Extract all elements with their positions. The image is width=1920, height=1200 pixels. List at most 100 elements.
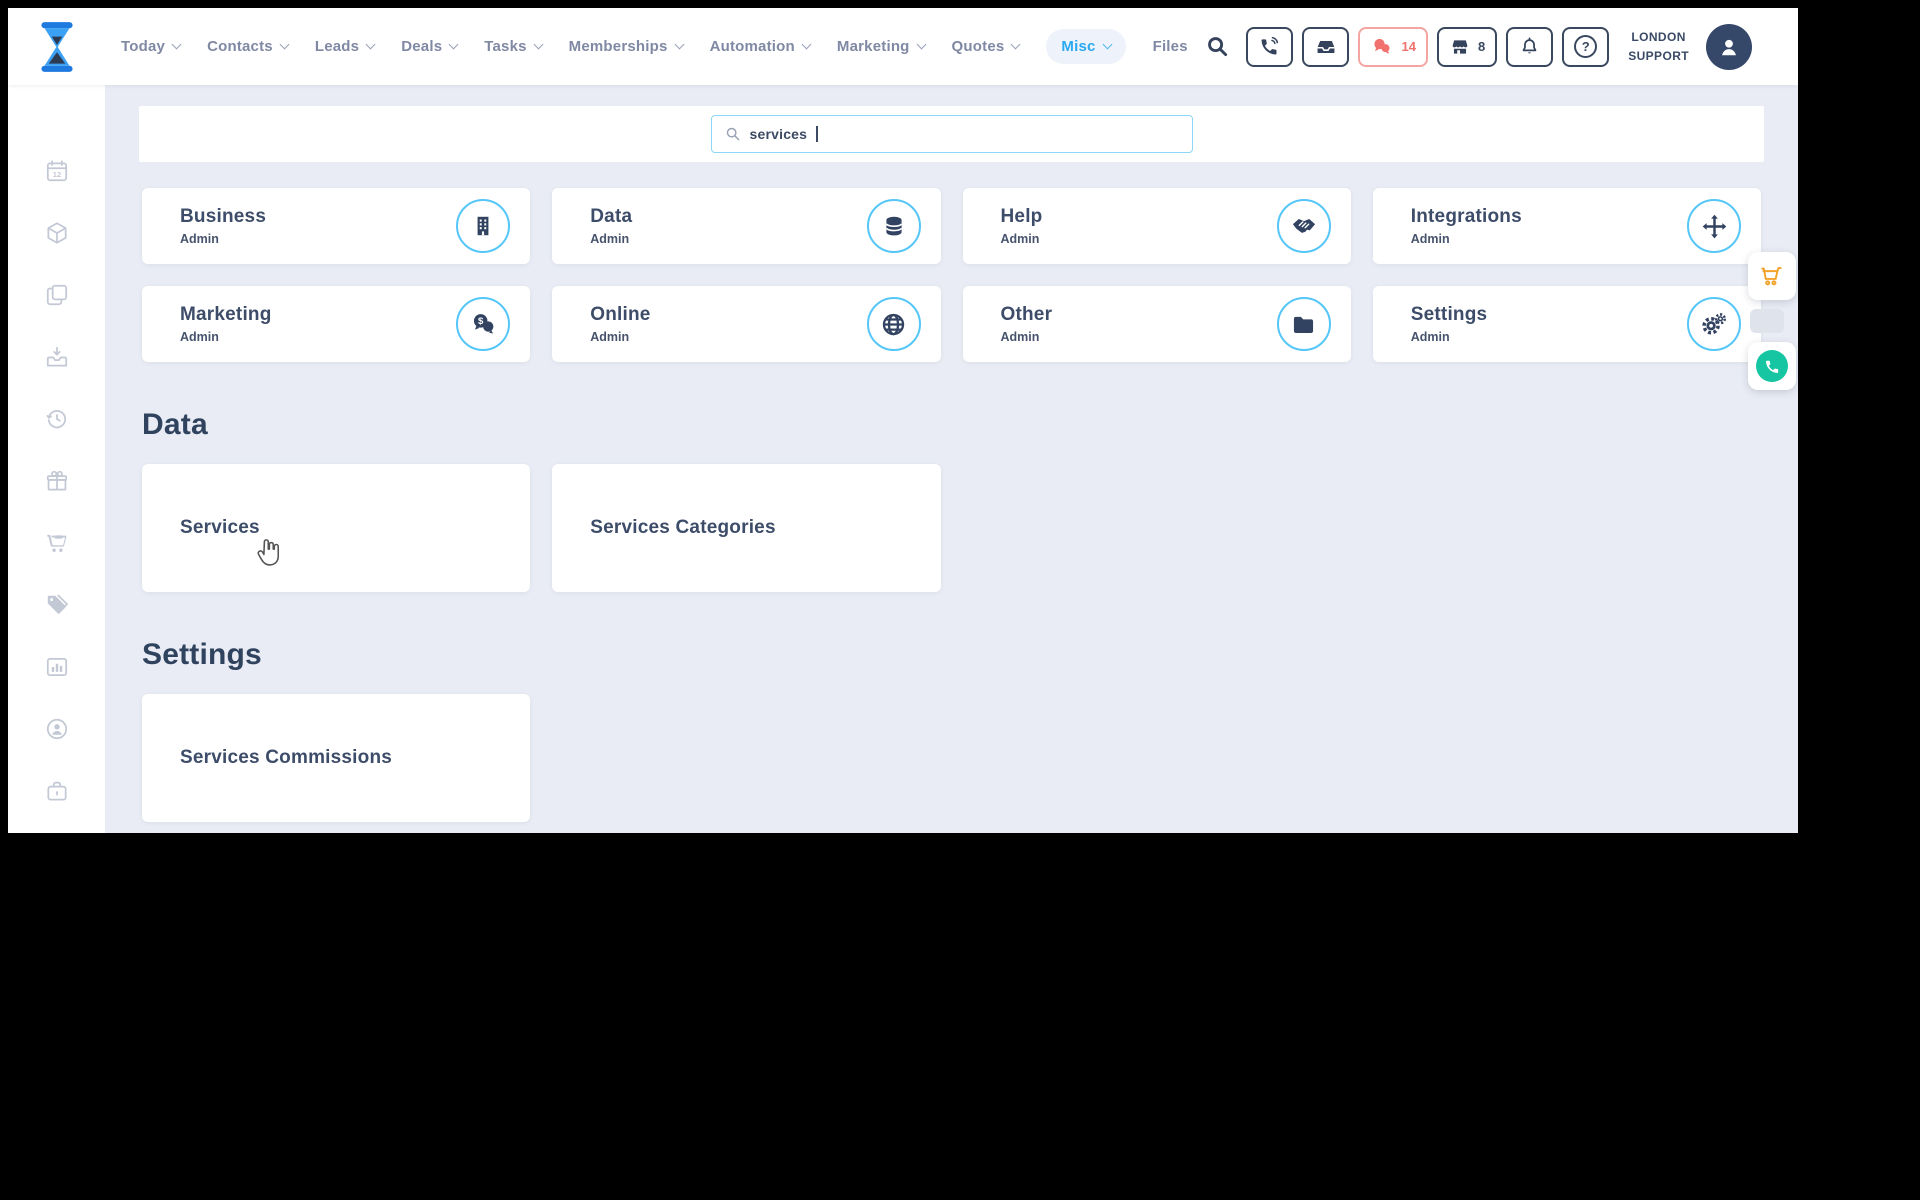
category-subtitle: Admin bbox=[590, 330, 630, 344]
category-card-text: Other Admin bbox=[1001, 304, 1053, 344]
inbox-button[interactable] bbox=[1302, 26, 1350, 67]
category-subtitle: Admin bbox=[180, 330, 219, 344]
comments-dollar-icon: $ bbox=[456, 297, 511, 351]
category-card-online[interactable]: Online Admin bbox=[552, 286, 941, 362]
nav-label: Marketing bbox=[836, 38, 910, 55]
hourglass-logo-icon bbox=[40, 21, 73, 72]
handshake-icon bbox=[1276, 199, 1331, 253]
search-strip: services bbox=[139, 106, 1764, 162]
sidebar-item-account[interactable] bbox=[43, 715, 70, 742]
sidebar-item-calendar[interactable]: 12 bbox=[43, 157, 70, 184]
sidebar-item-gift[interactable] bbox=[43, 467, 70, 494]
svg-text:12: 12 bbox=[52, 169, 60, 178]
nav-item-marketing[interactable]: Marketing bbox=[836, 38, 926, 55]
category-card-help[interactable]: Help Admin bbox=[962, 188, 1351, 264]
user-avatar[interactable] bbox=[1706, 23, 1752, 70]
phone-widget-button[interactable] bbox=[1748, 342, 1796, 390]
search-input[interactable]: services bbox=[710, 115, 1193, 153]
global-search-button[interactable] bbox=[1206, 35, 1229, 58]
nav-item-quotes[interactable]: Quotes bbox=[951, 38, 1021, 55]
category-subtitle: Admin bbox=[590, 232, 630, 246]
sidebar-item-briefcase[interactable] bbox=[43, 777, 70, 804]
left-sidebar: 12 bbox=[8, 85, 105, 833]
nav-label: Automation bbox=[709, 38, 795, 55]
nav-label: Tasks bbox=[484, 38, 527, 55]
chevron-down-icon bbox=[533, 39, 544, 50]
gears-icon bbox=[1687, 297, 1741, 351]
cart-icon bbox=[46, 534, 66, 552]
card-services[interactable]: Services bbox=[142, 464, 531, 592]
category-card-marketing[interactable]: Marketing Admin $ bbox=[142, 286, 531, 362]
nav-item-contacts[interactable]: Contacts bbox=[207, 38, 290, 55]
sidebar-item-tags[interactable] bbox=[43, 591, 70, 618]
section-title-settings: Settings bbox=[142, 638, 262, 671]
sidebar-item-reports[interactable] bbox=[43, 653, 70, 680]
category-title: Business bbox=[180, 206, 267, 227]
bell-icon bbox=[1522, 37, 1537, 53]
category-subtitle: Admin bbox=[180, 232, 219, 246]
account-name: LONDON SUPPORT bbox=[1628, 28, 1689, 65]
chevron-down-icon bbox=[1010, 39, 1021, 50]
chart-image-icon bbox=[46, 657, 67, 676]
user-circle-icon bbox=[46, 718, 67, 739]
nav-item-misc[interactable]: Misc bbox=[1046, 29, 1126, 64]
sidebar-item-history[interactable] bbox=[43, 405, 70, 432]
tags-icon bbox=[47, 594, 68, 614]
messages-button[interactable]: 14 bbox=[1358, 26, 1428, 67]
inbox-tray-icon bbox=[1317, 40, 1335, 53]
category-card-other[interactable]: Other Admin bbox=[962, 286, 1351, 362]
briefcase-lock-icon bbox=[46, 781, 67, 801]
nav-label: Contacts bbox=[207, 38, 273, 55]
nav-label: Files bbox=[1152, 38, 1188, 55]
sidebar-item-products[interactable] bbox=[43, 219, 70, 246]
floating-widgets bbox=[1748, 252, 1796, 390]
chevron-down-icon bbox=[801, 39, 812, 50]
category-card-settings[interactable]: Settings Admin bbox=[1372, 286, 1761, 362]
nav-item-leads[interactable]: Leads bbox=[314, 38, 376, 55]
card-label: Services Categories bbox=[590, 517, 776, 538]
history-clock-icon bbox=[46, 409, 66, 428]
chevron-down-icon bbox=[448, 39, 459, 50]
nav-item-today[interactable]: Today bbox=[121, 38, 182, 55]
category-card-business[interactable]: Business Admin bbox=[142, 188, 531, 264]
main-nav: Today Contacts Leads Deals Tasks Members… bbox=[121, 29, 1188, 64]
chevron-down-icon bbox=[171, 39, 182, 50]
store-count-badge: 8 bbox=[1477, 39, 1486, 54]
category-card-integrations[interactable]: Integrations Admin bbox=[1372, 188, 1761, 264]
chevron-down-icon bbox=[916, 39, 926, 50]
category-card-text: Business Admin bbox=[180, 206, 266, 246]
nav-item-files[interactable]: Files bbox=[1153, 38, 1188, 55]
gift-icon bbox=[46, 470, 67, 491]
nav-item-automation[interactable]: Automation bbox=[709, 38, 812, 55]
main-content: services Business Admin Data Admin Help … bbox=[105, 85, 1798, 833]
nav-label: Quotes bbox=[951, 38, 1005, 55]
card-services-commissions[interactable]: Services Commissions bbox=[142, 694, 531, 822]
messages-count-badge: 14 bbox=[1401, 39, 1416, 54]
nav-item-memberships[interactable]: Memberships bbox=[569, 38, 685, 55]
text-caret bbox=[816, 126, 818, 142]
box-receive-icon bbox=[46, 346, 67, 367]
cart-widget-button[interactable] bbox=[1748, 252, 1796, 300]
nav-label: Leads bbox=[314, 38, 360, 55]
sidebar-item-clone[interactable] bbox=[43, 281, 70, 308]
category-card-text: Settings Admin bbox=[1411, 304, 1488, 344]
topbar-actions: 14 8 ? LONDON SUPPORT bbox=[1206, 23, 1752, 70]
category-card-data[interactable]: Data Admin bbox=[552, 188, 941, 264]
nav-label: Today bbox=[121, 38, 166, 55]
category-title: Settings bbox=[1410, 304, 1488, 325]
phone-button[interactable] bbox=[1246, 26, 1294, 67]
category-subtitle: Admin bbox=[1000, 330, 1040, 344]
sidebar-item-orders-box[interactable] bbox=[43, 343, 70, 370]
clone-icon bbox=[46, 284, 67, 305]
brand-logo[interactable] bbox=[8, 20, 105, 74]
category-title: Marketing bbox=[180, 304, 272, 325]
store-button[interactable]: 8 bbox=[1436, 26, 1498, 67]
sidebar-item-cart[interactable] bbox=[43, 529, 70, 556]
nav-item-tasks[interactable]: Tasks bbox=[484, 38, 544, 55]
help-button[interactable]: ? bbox=[1562, 26, 1610, 67]
nav-label: Deals bbox=[401, 38, 443, 55]
nav-item-deals[interactable]: Deals bbox=[401, 38, 459, 55]
category-title: Other bbox=[1000, 304, 1053, 325]
notifications-button[interactable] bbox=[1506, 26, 1554, 67]
card-services-categories[interactable]: Services Categories bbox=[552, 464, 941, 592]
